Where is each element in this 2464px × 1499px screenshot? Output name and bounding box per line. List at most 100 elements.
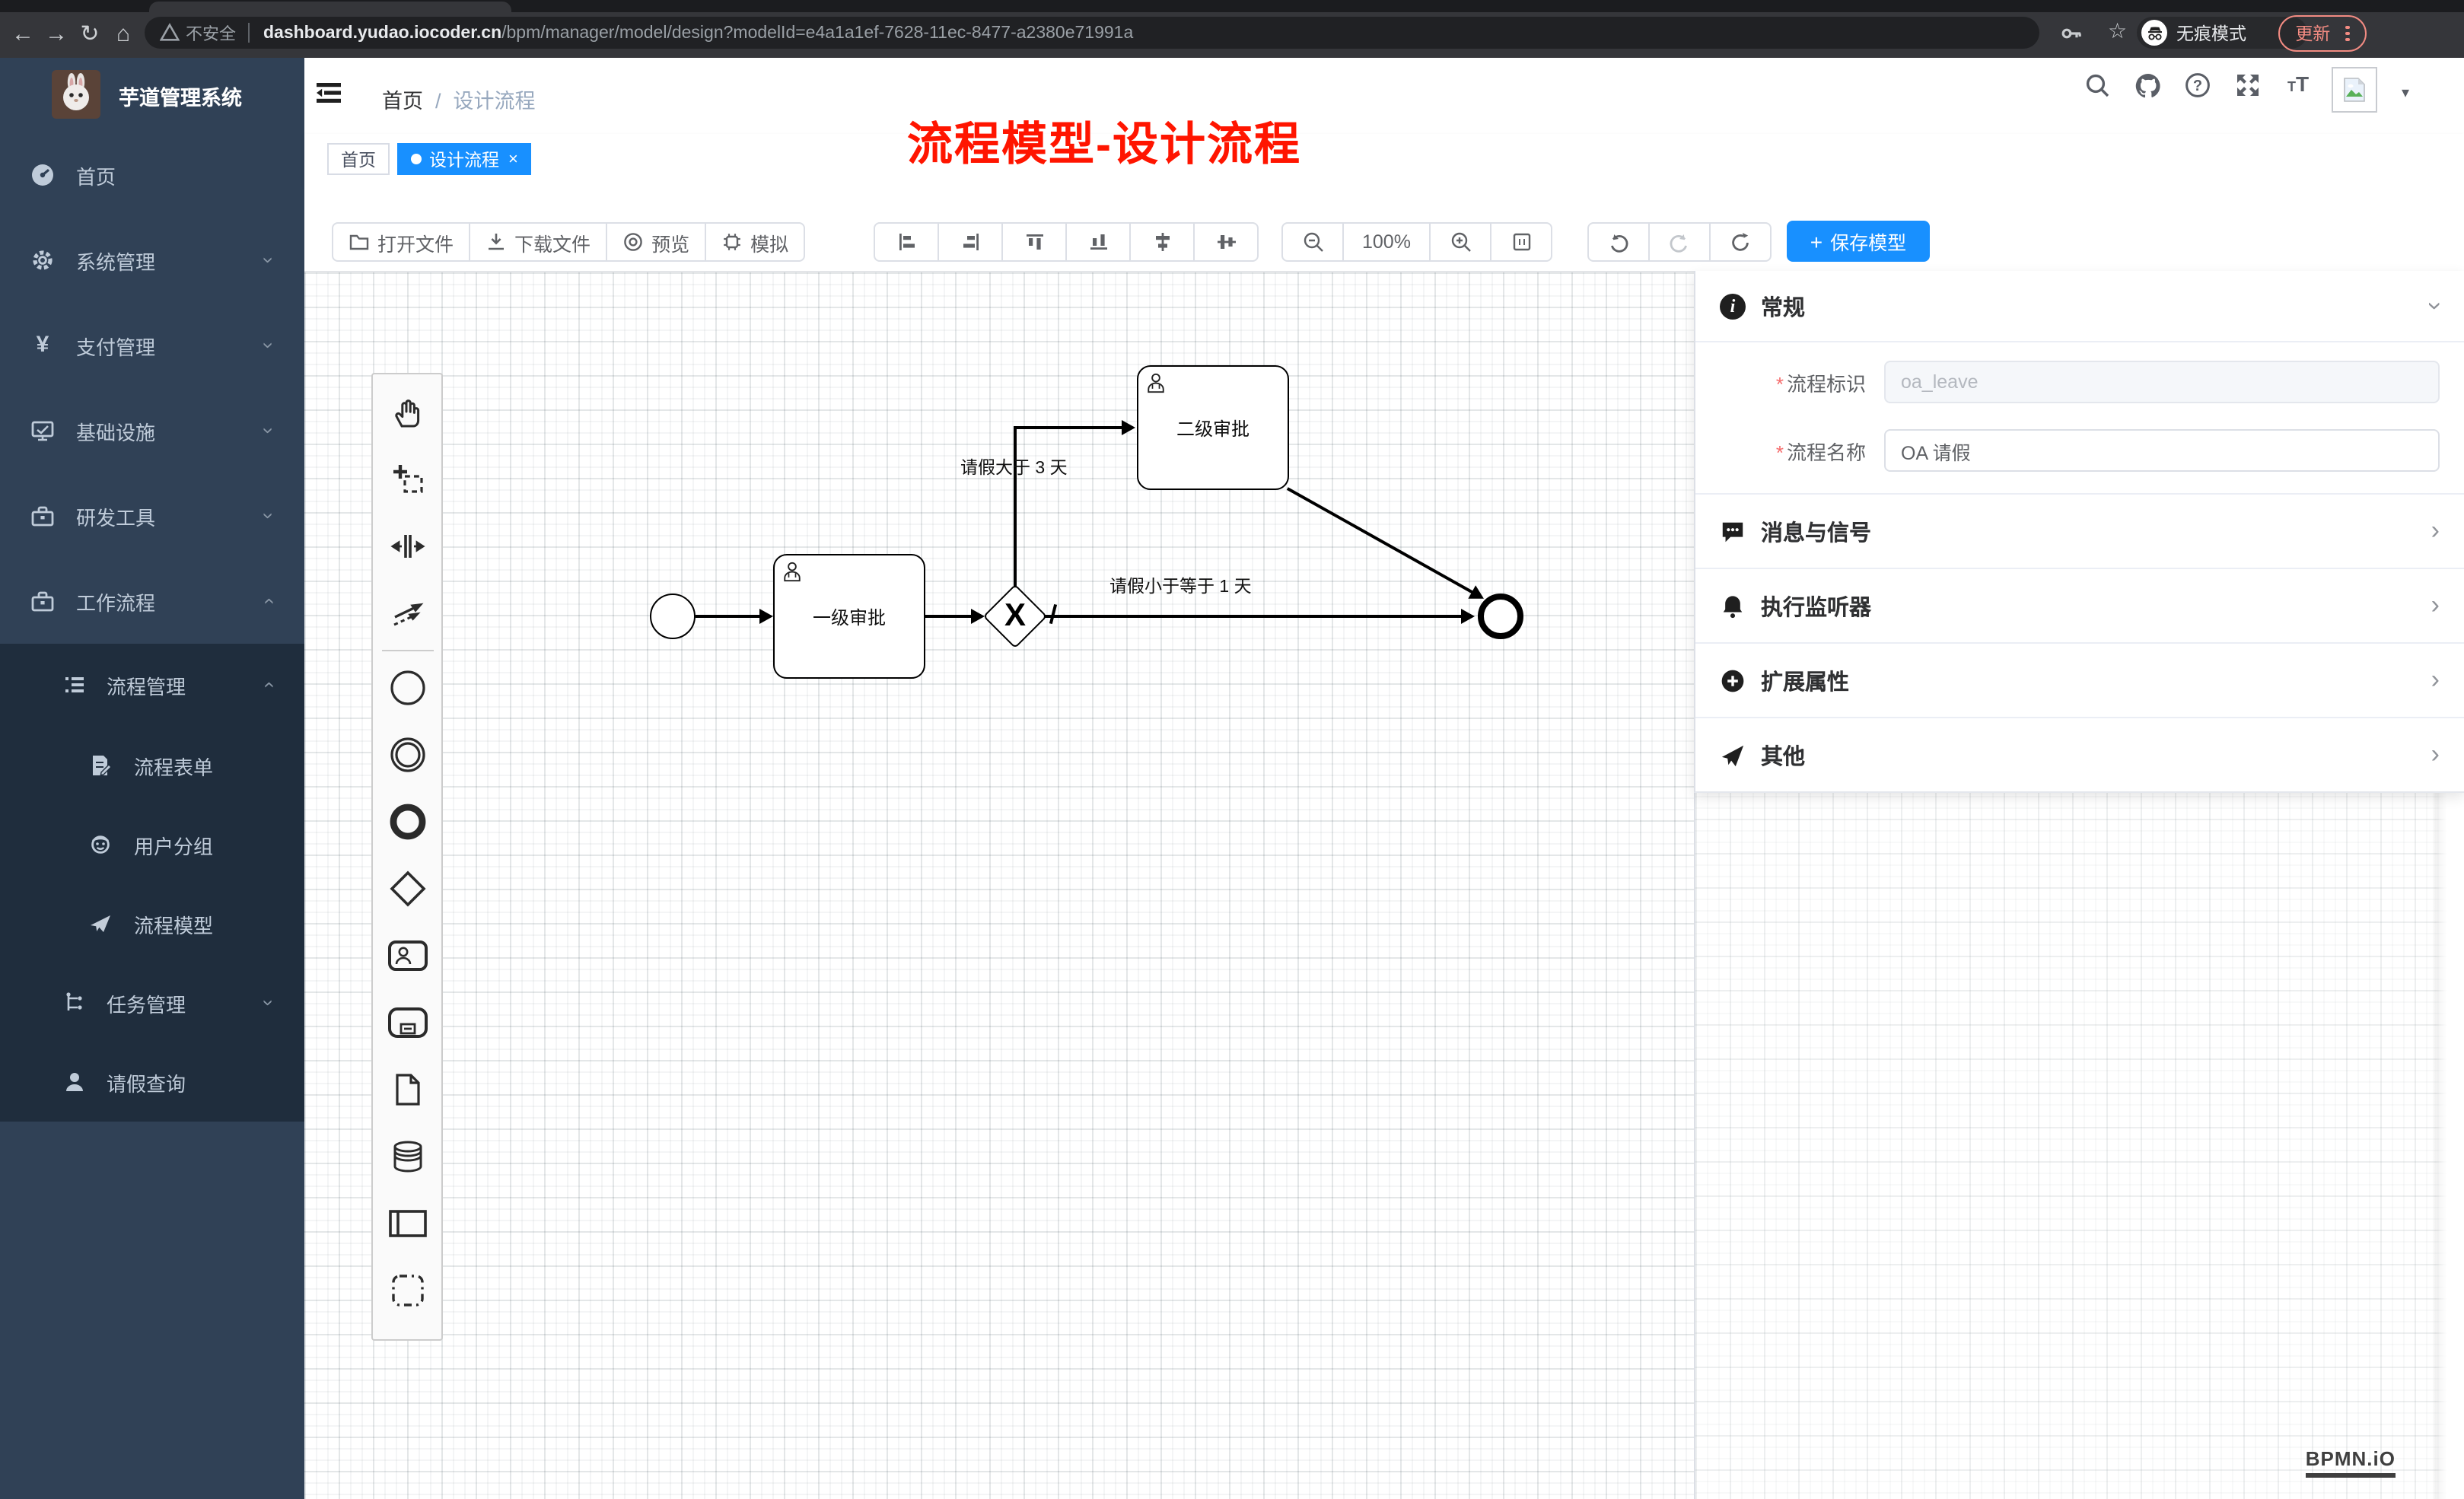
create-intermediate-event[interactable] — [374, 721, 441, 788]
close-icon[interactable]: × — [508, 150, 518, 168]
browser-tab[interactable] — [149, 2, 511, 12]
zoom-out-button[interactable] — [1283, 224, 1344, 260]
chevron-right-icon: › — [2431, 740, 2440, 770]
font-size-icon[interactable]: TT — [2281, 72, 2315, 105]
flow-gateway-up-segment[interactable] — [1014, 429, 1016, 594]
open-file-button[interactable]: 打开文件 — [333, 224, 470, 260]
sidebar-item-infra[interactable]: 基础设施 › — [0, 388, 304, 473]
create-data-object[interactable] — [374, 1056, 441, 1123]
zoom-fit-button[interactable] — [1491, 224, 1551, 260]
section-general[interactable]: i 常规 › — [1695, 271, 2464, 342]
sidebar-item-system[interactable]: 系统管理 › — [0, 218, 304, 303]
end-event[interactable] — [1478, 594, 1523, 639]
annotation-title: 流程模型-设计流程 — [907, 107, 1301, 173]
align-bottom-icon[interactable] — [1067, 224, 1131, 260]
form-row-process-key: *流程标识 — [1720, 361, 2440, 403]
flow-start-to-task1[interactable] — [696, 615, 759, 617]
fullscreen-icon[interactable] — [2231, 72, 2265, 105]
create-user-task[interactable] — [374, 922, 441, 989]
update-label[interactable]: 更新 — [2295, 21, 2330, 46]
chevron-right-icon: › — [2431, 590, 2440, 621]
hand-tool[interactable] — [374, 379, 441, 446]
lasso-tool[interactable] — [374, 446, 441, 513]
chevron-down-icon[interactable]: › — [2420, 301, 2450, 310]
avatar[interactable] — [2332, 67, 2377, 113]
help-icon[interactable]: ? — [2181, 72, 2214, 105]
zoom-button-group: 100% — [1281, 222, 1552, 262]
chrome-update-button[interactable]: 更新 — [2278, 15, 2367, 52]
sidebar-item-home[interactable]: 首页 — [0, 132, 304, 218]
create-data-store[interactable] — [374, 1123, 441, 1190]
bpmn-io-watermark[interactable]: BPMN.iO — [2306, 1447, 2396, 1478]
sidebar-item-process-form[interactable]: 流程表单 — [0, 726, 304, 805]
sidebar-fold-icon[interactable] — [315, 79, 342, 107]
flow-gateway-to-task2[interactable] — [1014, 427, 1122, 429]
bpmn-palette — [371, 373, 443, 1341]
chip-icon — [721, 231, 743, 253]
chevron-right-icon: › — [2431, 516, 2440, 546]
tag-home[interactable]: 首页 — [327, 143, 390, 175]
reload-icon[interactable]: ↻ — [73, 12, 107, 58]
flow-task1-to-gateway[interactable] — [925, 615, 971, 617]
flow-label-gt3[interactable]: 请假大于 3 天 — [960, 455, 1068, 479]
section-message-signal[interactable]: 消息与信号 › — [1695, 495, 2464, 569]
section-execution-listener[interactable]: 执行监听器 › — [1695, 569, 2464, 644]
align-left-icon[interactable] — [875, 224, 939, 260]
process-name-input[interactable] — [1884, 429, 2440, 472]
section-other[interactable]: 其他 › — [1695, 718, 2464, 791]
align-right-icon[interactable] — [939, 224, 1003, 260]
search-icon[interactable] — [2080, 72, 2114, 105]
create-subprocess[interactable] — [374, 989, 441, 1056]
breadcrumb: 首页/设计流程 — [382, 84, 536, 116]
app-logo — [52, 70, 100, 119]
save-model-button[interactable]: + 保存模型 — [1787, 221, 1930, 262]
forward-icon[interactable]: → — [40, 12, 73, 58]
process-key-input[interactable] — [1884, 361, 2440, 403]
bookmark-star-icon[interactable]: ☆ — [2108, 18, 2127, 44]
tag-design-active[interactable]: 设计流程 × — [397, 143, 532, 175]
sidebar-item-leave-query[interactable]: 请假查询 — [0, 1042, 304, 1122]
address-bar[interactable]: 不安全 dashboard.yudao.iocoder.cn/bpm/manag… — [145, 17, 2039, 49]
github-icon[interactable] — [2131, 72, 2164, 105]
global-connect-tool[interactable] — [374, 580, 441, 647]
space-tool[interactable] — [374, 513, 441, 580]
create-gateway[interactable] — [374, 855, 441, 922]
sidebar-item-user-group[interactable]: 用户分组 — [0, 805, 304, 884]
undo-button[interactable] — [1589, 224, 1650, 260]
zoom-in-button[interactable] — [1431, 224, 1491, 260]
download-file-button[interactable]: 下载文件 — [470, 224, 607, 260]
security-label: 不安全 — [186, 21, 236, 45]
create-group[interactable] — [374, 1257, 441, 1324]
sidebar-item-process-mgmt[interactable]: 流程管理 › — [0, 644, 304, 726]
align-button-group — [874, 222, 1259, 262]
sidebar-item-payment[interactable]: ¥ 支付管理 › — [0, 303, 304, 388]
kebab-menu-icon[interactable] — [2346, 24, 2350, 43]
sidebar-item-workflow[interactable]: 工作流程 › — [0, 559, 304, 644]
create-start-event[interactable] — [374, 654, 441, 721]
section-extended-attributes[interactable]: 扩展属性 › — [1695, 644, 2464, 718]
restart-button[interactable] — [1711, 224, 1770, 260]
message-icon — [1720, 518, 1746, 544]
redo-button[interactable] — [1650, 224, 1711, 260]
align-center-v-icon[interactable] — [1195, 224, 1257, 260]
create-participant[interactable] — [374, 1190, 441, 1257]
flow-gateway-to-end[interactable] — [1038, 615, 1461, 617]
user-task-level2[interactable]: 二级审批 — [1137, 365, 1289, 490]
align-center-h-icon[interactable] — [1131, 224, 1195, 260]
create-end-event[interactable] — [374, 788, 441, 855]
align-top-icon[interactable] — [1003, 224, 1067, 260]
preview-button[interactable]: 预览 — [607, 224, 706, 260]
home-icon[interactable]: ⌂ — [107, 12, 140, 58]
flow-label-le1[interactable]: 请假小于等于 1 天 — [1109, 574, 1252, 598]
user-task-level1[interactable]: 一级审批 — [773, 554, 925, 679]
sidebar-item-devtools[interactable]: 研发工具 › — [0, 473, 304, 559]
key-icon[interactable] — [2061, 23, 2082, 44]
yen-icon: ¥ — [30, 333, 55, 358]
sidebar-item-task-mgmt[interactable]: 任务管理 › — [0, 963, 304, 1042]
sidebar-item-process-model[interactable]: 流程模型 — [0, 884, 304, 963]
breadcrumb-home[interactable]: 首页 — [382, 90, 423, 113]
start-event[interactable] — [650, 594, 696, 639]
back-icon[interactable]: ← — [6, 12, 40, 58]
caret-down-icon[interactable]: ▾ — [2402, 85, 2409, 102]
simulate-button[interactable]: 模拟 — [706, 224, 804, 260]
